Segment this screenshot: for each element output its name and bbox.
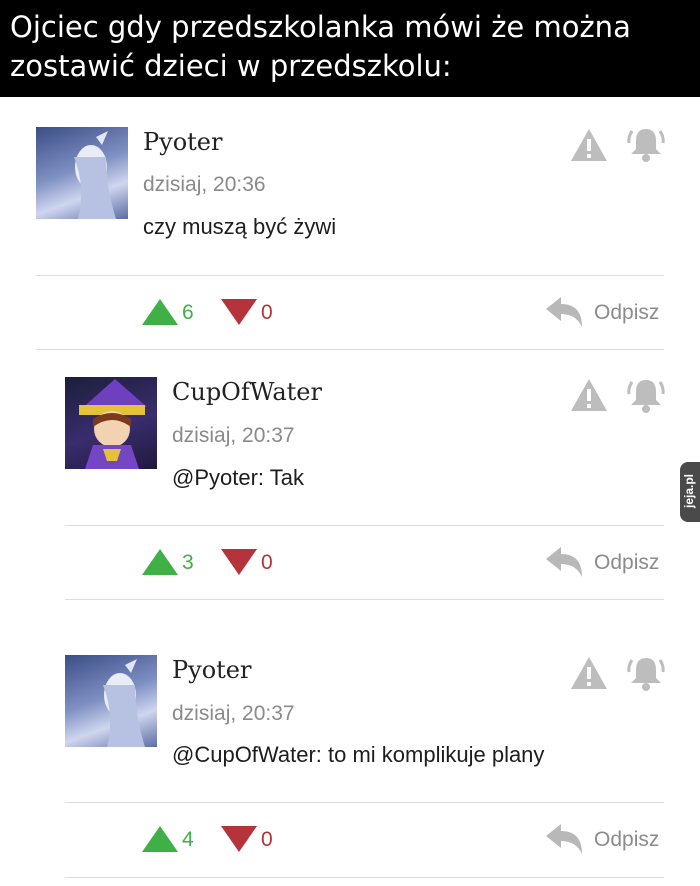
username[interactable]: CupOfWater [172, 378, 322, 406]
triangle-up-icon[interactable] [142, 549, 178, 575]
divider [65, 525, 664, 526]
caption-line-2: zostawić dzieci w przedszkolu: [10, 49, 452, 83]
avatar[interactable] [36, 127, 128, 219]
avatar[interactable] [65, 377, 157, 469]
downvote-count: 0 [261, 301, 273, 324]
avatar-image [79, 379, 147, 469]
watermark: jeja.pl [680, 462, 700, 522]
reply-arrow-icon[interactable] [546, 296, 584, 328]
divider [36, 349, 664, 350]
reply-button[interactable]: Odpisz [594, 301, 659, 325]
comment-text: @CupOfWater: to mi komplikuje plany [172, 742, 545, 767]
divider [65, 599, 664, 600]
bell-icon[interactable] [626, 125, 666, 163]
triangle-down-icon[interactable] [221, 826, 257, 852]
bell-icon[interactable] [626, 654, 666, 692]
reply-button[interactable]: Odpisz [594, 828, 659, 852]
reply-arrow-icon[interactable] [546, 546, 584, 578]
downvote-count: 0 [261, 828, 273, 851]
avatar-image [103, 659, 145, 747]
warning-icon[interactable] [570, 378, 608, 412]
watermark-text: jeja.pl [682, 473, 696, 508]
reply-arrow-icon[interactable] [546, 823, 584, 855]
timestamp: dzisiaj, 20:37 [172, 702, 295, 725]
timestamp: dzisiaj, 20:36 [143, 173, 266, 196]
caption-line-1: Ojciec gdy przedszkolanka mówi że można [10, 10, 631, 44]
username[interactable]: Pyoter [172, 656, 251, 684]
username[interactable]: Pyoter [143, 128, 222, 156]
divider [65, 802, 664, 803]
upvote-count: 4 [182, 828, 194, 851]
meme-caption: Ojciec gdy przedszkolanka mówi że można … [0, 0, 700, 97]
warning-icon[interactable] [570, 656, 608, 690]
triangle-up-icon[interactable] [142, 299, 178, 325]
warning-icon[interactable] [570, 128, 608, 162]
bell-icon[interactable] [626, 376, 666, 414]
upvote-count: 6 [182, 301, 194, 324]
divider [65, 877, 664, 878]
triangle-down-icon[interactable] [221, 549, 257, 575]
reply-button[interactable]: Odpisz [594, 551, 659, 575]
timestamp: dzisiaj, 20:37 [172, 424, 295, 447]
triangle-up-icon[interactable] [142, 826, 178, 852]
downvote-count: 0 [261, 551, 273, 574]
comment-text: czy muszą być żywi [143, 214, 337, 239]
avatar-image [74, 131, 116, 219]
comment-text: @Pyoter: Tak [172, 465, 304, 490]
upvote-count: 3 [182, 551, 194, 574]
divider [36, 275, 664, 276]
triangle-down-icon[interactable] [221, 299, 257, 325]
avatar[interactable] [65, 655, 157, 747]
